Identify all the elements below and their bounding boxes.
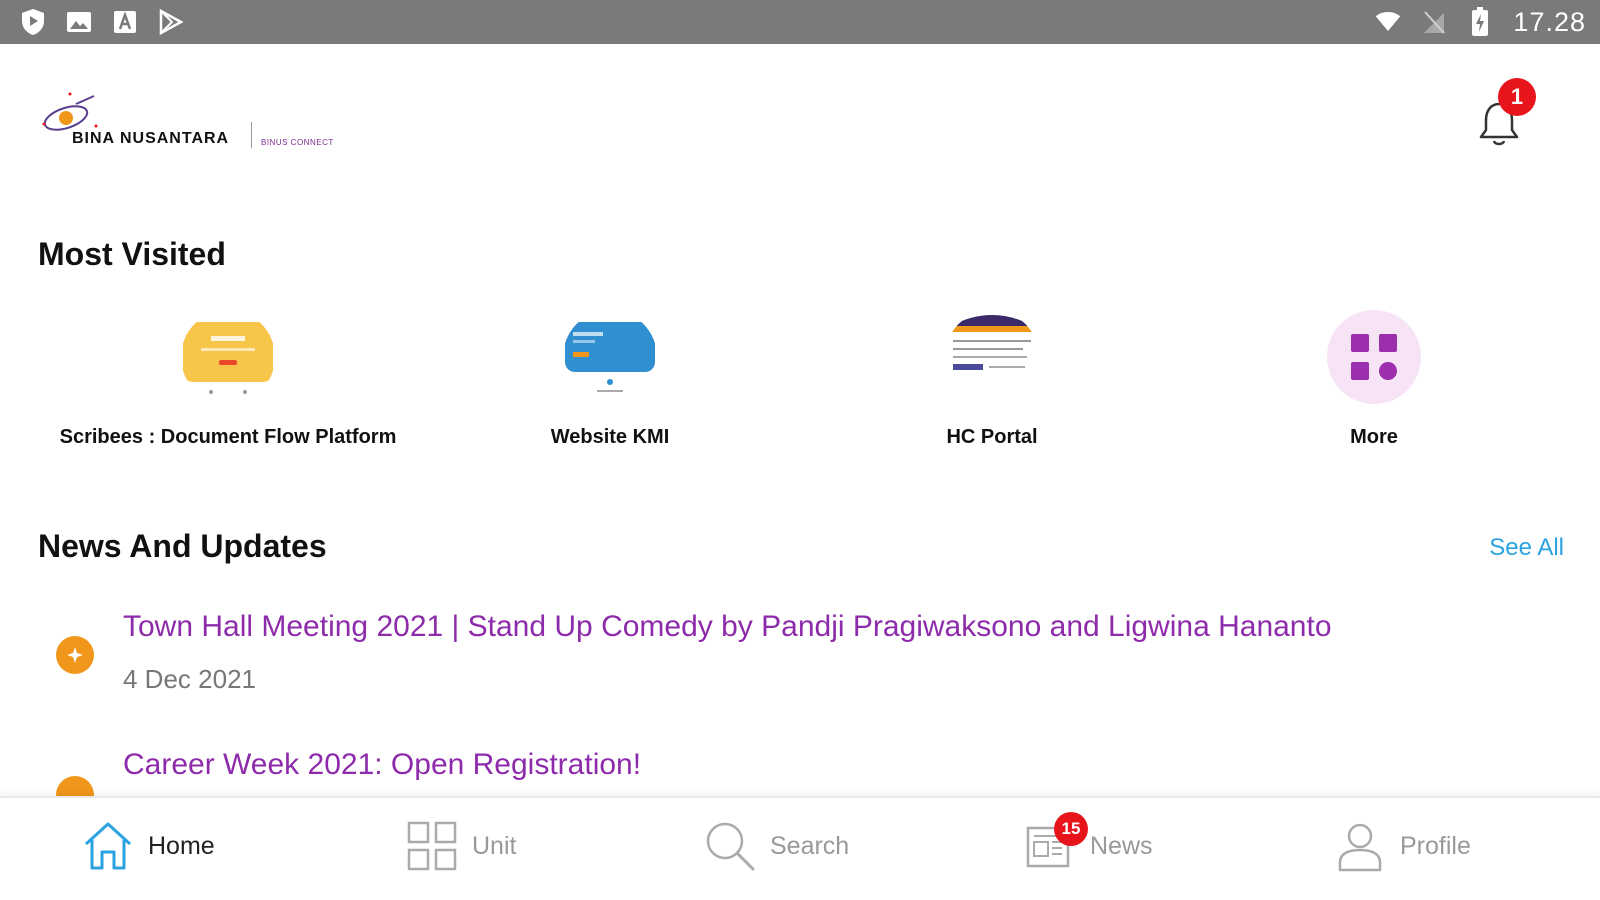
play-store-icon (158, 9, 184, 35)
nav-news[interactable]: 15 News (1024, 812, 1153, 872)
most-visited-item-more[interactable]: More (1184, 310, 1564, 449)
nav-label-unit: Unit (472, 831, 517, 860)
nav-label-home: Home (148, 831, 215, 860)
nav-profile[interactable]: Profile (1334, 820, 1471, 872)
most-visited-title: Most Visited (38, 236, 226, 272)
most-visited-item-website-kmi[interactable]: Website KMI (420, 310, 800, 449)
most-visited-item-scribees[interactable]: Scribees : Document Flow Platform (38, 310, 418, 449)
hc-portal-thumbnail (945, 310, 1039, 404)
most-visited-label: More (1350, 426, 1398, 448)
status-bar: 17.28 (0, 0, 1600, 44)
home-icon (84, 822, 132, 870)
status-time: 17.28 (1513, 6, 1586, 37)
no-signal-icon (1421, 9, 1447, 35)
notification-badge: 1 (1498, 78, 1536, 116)
logo-subtext: BINUS CONNECT (261, 138, 334, 147)
status-bar-right: 17.28 (1375, 7, 1586, 38)
most-visited-item-hc-portal[interactable]: HC Portal (802, 310, 1182, 449)
nav-label-profile: Profile (1400, 831, 1471, 860)
nav-label-news: News (1090, 831, 1153, 860)
most-visited-label: Scribees : Document Flow Platform (59, 426, 397, 448)
bottom-navigation: Home Unit Search 15 News Profile (0, 796, 1600, 900)
kmi-thumbnail (563, 310, 657, 404)
nav-unit[interactable]: Unit (406, 820, 516, 872)
scribees-thumbnail (181, 310, 275, 404)
image-icon (66, 9, 92, 35)
battery-charging-icon (1467, 7, 1493, 36)
news-bullet-icon (56, 636, 94, 674)
profile-icon (1338, 823, 1382, 872)
logo-text: BINA NUSANTARA (72, 130, 230, 147)
news-icon-wrapper: 15 (1024, 812, 1088, 872)
news-item-date: 4 Dec 2021 (123, 664, 256, 694)
most-visited-label: HC Portal (946, 426, 1038, 448)
news-item-title[interactable]: Career Week 2021: Open Registration! (123, 748, 641, 782)
logo-divider (251, 122, 252, 148)
search-icon (706, 822, 755, 871)
news-count-badge: 15 (1054, 812, 1088, 846)
most-visited-label: Website KMI (550, 426, 670, 448)
status-bar-left (20, 9, 184, 35)
nav-home[interactable]: Home (82, 820, 215, 872)
app-header: BINA NUSANTARA BINUS CONNECT (0, 44, 1600, 194)
nav-label-search: Search (770, 831, 850, 860)
binus-logo[interactable]: BINA NUSANTARA BINUS CONNECT (36, 90, 366, 160)
wifi-icon (1375, 9, 1401, 35)
nav-search[interactable]: Search (704, 820, 849, 872)
a-box-icon (112, 9, 138, 35)
see-all-link[interactable]: See All (1489, 534, 1564, 562)
shield-icon (20, 9, 46, 35)
news-section-title: News And Updates (38, 528, 327, 564)
unit-grid-icon (407, 821, 457, 871)
grid-icon (1327, 310, 1421, 404)
news-item-title[interactable]: Town Hall Meeting 2021 | Stand Up Comedy… (123, 610, 1332, 644)
